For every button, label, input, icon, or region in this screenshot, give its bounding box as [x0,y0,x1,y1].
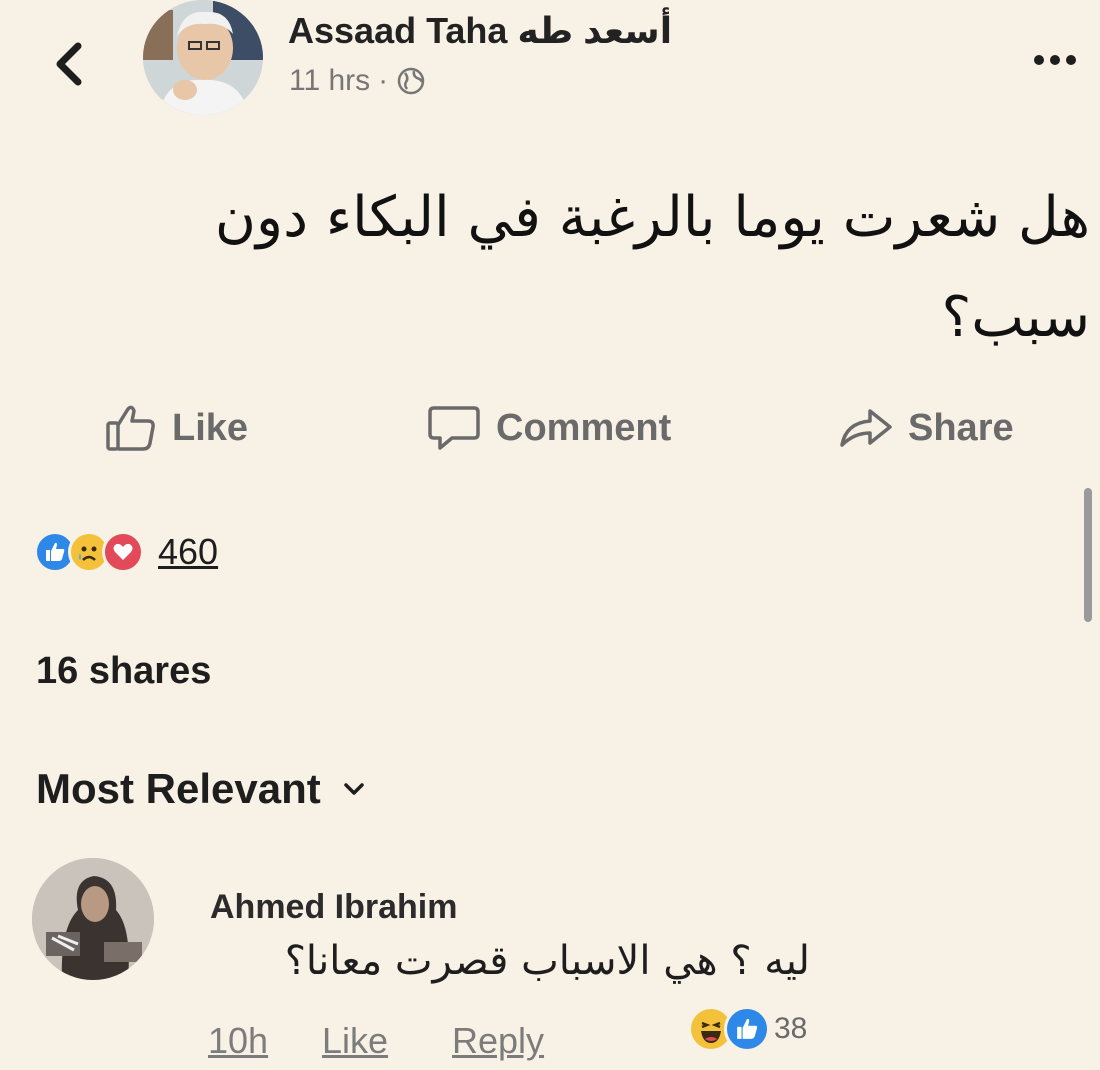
chevron-left-icon [56,42,82,86]
love-icon [102,531,144,573]
comment-author[interactable]: Ahmed Ibrahim [210,888,457,927]
comment-sort-dropdown[interactable]: Most Relevant [36,765,365,813]
share-button[interactable]: Share [838,398,1014,458]
comment-button[interactable]: Comment [426,398,671,458]
like-label: Like [172,406,249,449]
comment-text: ليه ؟ هي الاسباب قصرت معانا؟ [284,938,810,984]
comment-label: Comment [496,406,672,449]
thumbs-up-icon [106,405,155,451]
comment-like-button[interactable]: Like [322,1020,388,1062]
share-arrow-icon [840,409,892,447]
like-button[interactable]: Like [104,398,248,458]
author-name[interactable]: Assaad Taha أسعد طه [288,10,672,52]
sort-label: Most Relevant [36,765,321,812]
share-label: Share [908,406,1014,449]
dot [1066,55,1076,65]
post-time[interactable]: 11 hrs [289,64,370,98]
comment-reactions-count: 38 [774,1012,808,1045]
globe-icon [397,67,425,95]
reactions-count[interactable]: 460 [158,531,218,573]
meta-separator: · [378,64,389,97]
dot [1034,55,1044,65]
comment-time[interactable]: 10h [208,1020,268,1062]
reactions-summary[interactable]: 460 [34,528,218,576]
comment-reactions[interactable]: 38 [688,1006,807,1052]
commenter-avatar[interactable] [32,858,154,980]
post-text: هل شعرت يوما بالرغبة في البكاء دون سبب؟ [214,185,1090,350]
comment-reply-button[interactable]: Reply [452,1020,544,1062]
author-avatar[interactable] [143,0,263,115]
like-icon [724,1006,770,1052]
scrollbar[interactable] [1084,488,1092,622]
commenter-photo [32,858,154,980]
comment-bubble-icon [428,406,480,450]
dot [1050,55,1060,65]
back-button[interactable] [44,36,94,92]
chevron-down-icon [343,783,364,795]
shares-count[interactable]: 16 shares [36,650,211,693]
post-meta: 11 hrs · [289,64,426,98]
more-options-button[interactable] [1020,40,1090,80]
author-photo [143,0,263,115]
